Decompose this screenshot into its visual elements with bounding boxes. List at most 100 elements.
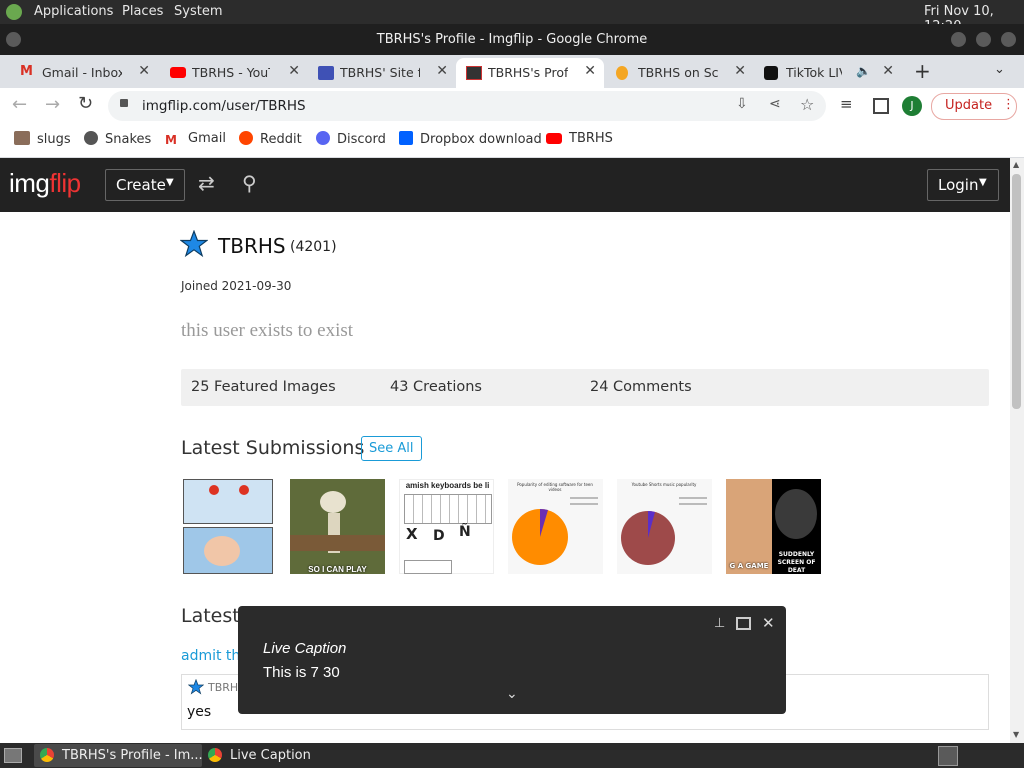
thumbnail-pie-red[interactable]: Youtube Shorts music popularity: [617, 479, 712, 574]
thumbnail-skeleton[interactable]: SO I CAN PLAY: [290, 479, 385, 574]
thumbnail-two-buttons[interactable]: [183, 479, 273, 574]
url-text: imgflip.com/user/TBRHS: [142, 98, 306, 114]
taskbar-item-chrome[interactable]: TBRHS's Profile - Im...: [34, 744, 203, 767]
youtube-icon: [546, 133, 562, 144]
thumbnail-pie-orange[interactable]: Popularity of editing software for teen …: [508, 479, 603, 574]
pin-icon[interactable]: ⊥: [714, 616, 725, 631]
stat-comments[interactable]: 24 Comments: [590, 379, 692, 395]
scroll-thumb[interactable]: [1012, 174, 1021, 409]
new-tab-button[interactable]: +: [914, 59, 931, 83]
imgflip-icon: [466, 66, 482, 80]
login-button[interactable]: Login ▼: [927, 169, 999, 201]
close-icon[interactable]: ✕: [734, 63, 746, 79]
tab-strip: M Gmail - Inbox ✕ TBRHS - YouTube ✕ TBRH…: [0, 55, 1024, 88]
live-caption-panel[interactable]: ⊥ ✕ Live Caption This is 7 30 ⌄: [238, 606, 786, 714]
share-icon[interactable]: ⋖: [769, 96, 781, 112]
bookmark-label: Reddit: [260, 132, 302, 147]
tab-youtube[interactable]: TBRHS - YouTube ✕: [160, 58, 308, 88]
taskbar-item-live-caption[interactable]: Live Caption: [202, 744, 362, 767]
bookmark-tbrhs[interactable]: TBRHS: [546, 131, 613, 146]
workspace-switcher[interactable]: [938, 746, 958, 766]
applications-menu[interactable]: Applications: [34, 4, 113, 19]
bookmark-dropbox[interactable]: Dropbox download: [399, 131, 542, 147]
thumbnail-caption: Youtube Shorts music popularity: [631, 482, 697, 487]
stat-creations[interactable]: 43 Creations: [390, 379, 482, 395]
system-menu[interactable]: System: [174, 4, 222, 19]
taskbar-item-label: TBRHS's Profile - Im...: [62, 748, 203, 763]
create-label: Create: [116, 176, 166, 194]
scroll-down-icon[interactable]: ▼: [1013, 730, 1019, 739]
site-icon: [318, 66, 334, 80]
bookmark-reddit[interactable]: Reddit: [239, 131, 302, 147]
tab-label: TBRHS's Profile: [488, 65, 568, 80]
show-desktop-icon[interactable]: [4, 748, 22, 763]
search-icon[interactable]: ⚲: [242, 171, 257, 195]
maximize-icon[interactable]: [976, 32, 991, 47]
chevron-down-icon[interactable]: ⌄: [506, 686, 518, 702]
close-icon[interactable]: ✕: [138, 63, 150, 79]
see-all-button[interactable]: See All: [361, 436, 422, 461]
canny-panel: [726, 479, 772, 574]
profile-stats-bar: 25 Featured Images 43 Creations 24 Comme…: [181, 369, 989, 406]
window-titlebar[interactable]: TBRHS's Profile - Imgflip - Google Chrom…: [0, 24, 1024, 55]
distro-logo-icon[interactable]: [6, 4, 22, 20]
expand-icon[interactable]: [736, 617, 751, 630]
browser-toolbar: ← → ↻ imgflip.com/user/TBRHS ⇩ ⋖ ☆ ≡ J U…: [0, 88, 1024, 124]
audio-playing-icon[interactable]: 🔈: [856, 64, 871, 78]
user-points: (4201): [290, 239, 337, 255]
slug-icon: [14, 131, 30, 145]
bookmark-star-icon[interactable]: ☆: [800, 95, 814, 114]
shuffle-icon[interactable]: ⇄: [198, 171, 215, 195]
address-bar[interactable]: imgflip.com/user/TBRHS ⇩ ⋖ ☆: [108, 91, 826, 121]
thumbnail-caption: amish keyboards be li: [405, 481, 490, 490]
comment-text: yes: [187, 704, 212, 720]
reddit-icon: [239, 131, 253, 145]
forward-icon[interactable]: →: [45, 94, 60, 115]
tab-search-icon[interactable]: ⌄: [994, 62, 1005, 77]
star-icon: [179, 229, 209, 258]
close-icon[interactable]: ✕: [762, 614, 775, 632]
back-icon[interactable]: ←: [12, 94, 27, 115]
install-app-icon[interactable]: ⇩: [736, 96, 748, 112]
imgflip-logo[interactable]: imgflip: [9, 168, 81, 199]
tab-label: Gmail - Inbox: [42, 65, 122, 80]
thumbnail-keyboard[interactable]: amish keyboards be li X D Ñ: [399, 479, 494, 574]
bookmark-gmail[interactable]: M Gmail: [165, 131, 226, 147]
places-menu[interactable]: Places: [122, 4, 163, 19]
side-panel-icon[interactable]: [873, 98, 889, 114]
key-glyph-d: D: [433, 528, 445, 544]
create-button[interactable]: Create ▼: [105, 169, 185, 201]
bookmark-snakes[interactable]: Snakes: [84, 131, 151, 147]
thumbnail-mr-incredible[interactable]: G A GAME SUDDENLY SCREEN OF DEAT: [726, 479, 821, 574]
gmail-icon: M: [20, 64, 33, 79]
keyboard-keys-shape: [404, 494, 492, 524]
close-icon[interactable]: ✕: [436, 63, 448, 79]
tab-imgflip[interactable]: TBRHS's Profile ✕: [456, 58, 604, 88]
tiktok-icon: [764, 66, 778, 80]
pie-chart-orange: [512, 508, 568, 565]
close-icon[interactable]: ✕: [584, 63, 596, 79]
update-button[interactable]: Update ⋮: [931, 93, 1017, 120]
window-menu-icon[interactable]: [6, 32, 21, 47]
close-window-icon[interactable]: [1001, 32, 1016, 47]
close-icon[interactable]: ✕: [882, 63, 894, 79]
avatar[interactable]: J: [902, 96, 922, 116]
stat-featured-images[interactable]: 25 Featured Images: [191, 379, 336, 395]
tab-gmail[interactable]: M Gmail - Inbox ✕: [10, 58, 158, 88]
tab-tiktok[interactable]: TikTok LIVE 🔈 ✕: [754, 58, 902, 88]
bookmark-discord[interactable]: Discord: [316, 131, 386, 147]
two-buttons-panel: [183, 479, 273, 524]
close-icon[interactable]: ✕: [288, 63, 300, 79]
scroll-up-icon[interactable]: ▲: [1013, 160, 1019, 169]
tab-scratch[interactable]: TBRHS on Scratch ✕: [606, 58, 754, 88]
bookmark-label: slugs: [37, 132, 71, 147]
red-button-shape: [209, 485, 219, 495]
bookmark-slugs[interactable]: slugs: [14, 131, 71, 147]
lock-icon: [120, 99, 128, 107]
login-label: Login: [938, 176, 979, 194]
minimize-icon[interactable]: [951, 32, 966, 47]
scrollbar[interactable]: ▲ ▼: [1010, 158, 1024, 743]
tab-site[interactable]: TBRHS' Site for ✕: [308, 58, 456, 88]
reload-icon[interactable]: ↻: [78, 93, 93, 114]
media-controls-icon[interactable]: ≡: [840, 95, 853, 113]
